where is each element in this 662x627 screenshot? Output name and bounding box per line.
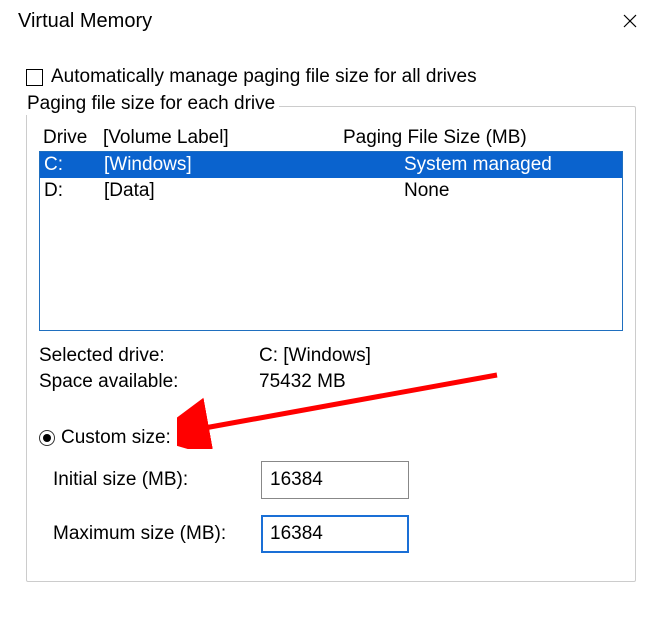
drive-list-headers: Drive [Volume Label] Paging File Size (M…: [39, 121, 623, 151]
auto-manage-checkbox[interactable]: [26, 69, 43, 86]
drive-listbox[interactable]: C: [Windows] System managed D: [Data] No…: [39, 151, 623, 331]
drive-letter: C:: [44, 152, 104, 178]
group-caption: Paging file size for each drive: [23, 93, 279, 115]
custom-size-radio[interactable]: [39, 430, 55, 446]
initial-size-label: Initial size (MB):: [53, 469, 261, 491]
drive-paging-size: None: [404, 178, 618, 204]
maximum-size-label: Maximum size (MB):: [53, 523, 261, 545]
selected-drive-value: C: [Windows]: [259, 345, 519, 367]
space-available-value: 75432 MB: [259, 371, 519, 393]
paging-group: Paging file size for each drive Drive [V…: [26, 106, 636, 582]
drive-volume-label: [Data]: [104, 178, 404, 204]
drive-row-c[interactable]: C: [Windows] System managed: [40, 152, 622, 178]
maximum-size-input[interactable]: [261, 515, 409, 553]
header-drive: Drive: [43, 127, 103, 149]
window-title: Virtual Memory: [18, 10, 152, 33]
auto-manage-label: Automatically manage paging file size fo…: [51, 66, 477, 88]
header-volume-label: [Volume Label]: [103, 127, 343, 149]
close-icon: [623, 14, 637, 28]
initial-size-input[interactable]: [261, 461, 409, 499]
selected-drive-label: Selected drive:: [39, 345, 259, 367]
close-button[interactable]: [610, 6, 650, 36]
drive-row-d[interactable]: D: [Data] None: [40, 178, 622, 204]
radio-dot-icon: [43, 434, 51, 442]
custom-size-label: Custom size:: [61, 427, 171, 449]
drive-letter: D:: [44, 178, 104, 204]
drive-paging-size: System managed: [404, 152, 618, 178]
space-available-label: Space available:: [39, 371, 259, 393]
drive-volume-label: [Windows]: [104, 152, 404, 178]
header-paging-size: Paging File Size (MB): [343, 127, 619, 149]
